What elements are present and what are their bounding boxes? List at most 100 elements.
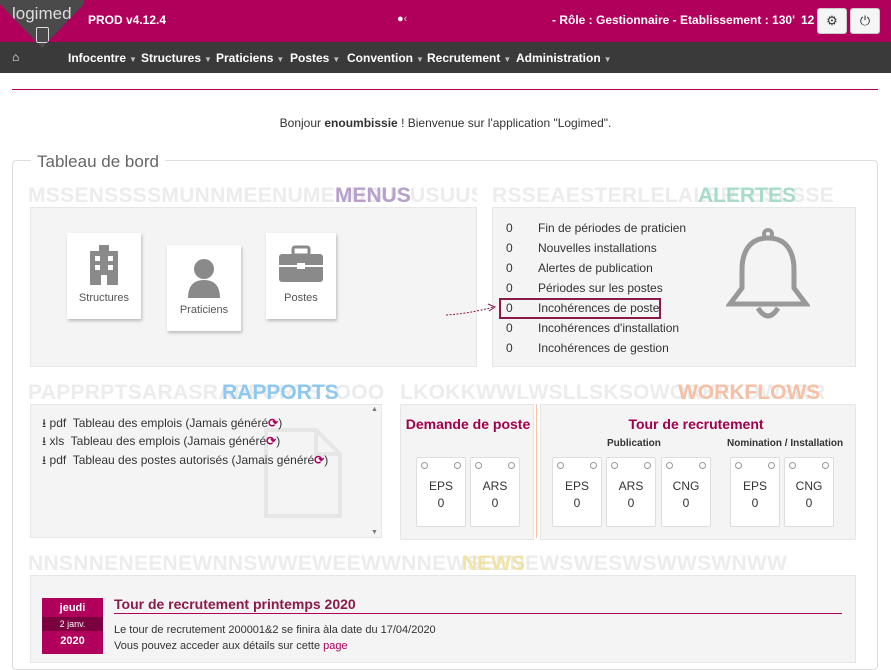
welcome-message: Bonjour enoumbissie ! Bienvenue sur l'ap… [0, 116, 891, 130]
tile-label: Structures [78, 292, 130, 304]
report-row[interactable]: ⭳ pdf Tableau des postes autorisés (Jama… [42, 451, 328, 472]
scroll-up-icon[interactable]: ▲ [369, 406, 380, 413]
workflow-card[interactable]: EPS 0 [552, 457, 602, 527]
report-format: xls [49, 434, 65, 448]
alerts-title: ALERTES [698, 184, 797, 207]
card-value: 0 [627, 496, 635, 510]
nav-postes[interactable]: Postes ▼ [290, 51, 340, 65]
nav-label: Structures [141, 51, 202, 65]
refresh-icon[interactable]: ⟳ [266, 434, 276, 448]
alert-count: 0 [506, 241, 513, 255]
nav-structures[interactable]: Structures ▼ [141, 51, 212, 65]
caret-down-icon: ▼ [129, 55, 137, 64]
scroll-down-icon[interactable]: ▼ [369, 529, 380, 536]
alert-row[interactable]: 0 Fin de périodes de praticien [506, 221, 686, 235]
status-dots [557, 462, 597, 470]
alert-label: Alertes de publication [538, 261, 653, 275]
status-dot-icon [421, 462, 428, 469]
demande-title: Demande de poste [405, 416, 531, 432]
role-info: - Rôle : Gestionnaire - Etablissement : … [552, 13, 795, 27]
workflows-separator [536, 404, 537, 538]
card-label: ARS [618, 479, 644, 493]
status-dot-icon [508, 462, 515, 469]
card-label: EPS [428, 479, 453, 493]
workflow-card[interactable]: CNG 0 [661, 457, 711, 527]
nomination-label: Nomination / Installation [727, 438, 844, 449]
download-icon: ⭳ [42, 453, 47, 467]
settings-button[interactable]: ⚙ [817, 8, 847, 34]
download-icon: ⭳ [42, 434, 47, 448]
arrow-annotation [445, 303, 497, 316]
card-value: 0 [682, 496, 690, 510]
report-row[interactable]: ⭳ xls Tableau des emplois (Jamais généré… [42, 432, 280, 453]
nav-label: Recrutement [427, 51, 501, 65]
report-label: Tableau des emplois (Jamais généré [72, 416, 269, 430]
building-icon [87, 243, 121, 290]
status-dot-icon [611, 462, 618, 469]
alert-count: 0 [506, 261, 513, 275]
status-dot-icon [768, 462, 775, 469]
tile-structures[interactable]: Structures [67, 233, 141, 319]
news-page-link[interactable]: page [323, 640, 347, 652]
tile-praticiens[interactable]: Praticiens [167, 245, 241, 331]
alert-row[interactable]: 0 Nouvelles installations [506, 241, 657, 255]
nav-label: Infocentre [68, 51, 127, 65]
bell-icon [725, 228, 811, 327]
news-divider [114, 613, 842, 614]
status-dots [611, 462, 651, 470]
status-dot-icon [590, 462, 597, 469]
alert-count: 0 [506, 341, 513, 355]
tour-title: Tour de recrutement [628, 416, 764, 432]
refresh-icon[interactable]: ⟳ [268, 416, 278, 430]
power-icon: ⏻ [859, 13, 871, 28]
status-dots [475, 462, 515, 470]
alert-label: Incohérences d'installation [538, 321, 680, 335]
download-icon: ⭳ [42, 416, 47, 430]
alert-count: 0 [506, 281, 513, 295]
scrollbar[interactable]: ▲ ▼ [369, 406, 380, 536]
alert-row[interactable]: 0 Incohérences d'installation [506, 321, 679, 335]
gear-icon: ⚙ [826, 13, 838, 28]
workflow-card[interactable]: ARS 0 [606, 457, 656, 527]
tile-label: Postes [284, 292, 318, 304]
workflow-card[interactable]: EPS 0 [416, 457, 466, 527]
refresh-icon[interactable]: ⟳ [314, 453, 324, 467]
status-dot-icon [557, 462, 564, 469]
card-value: 0 [437, 496, 445, 510]
nav-convention[interactable]: Convention ▼ [347, 51, 424, 65]
notification-count[interactable]: 12 [801, 13, 814, 27]
nav-administration[interactable]: Administration ▼ [516, 51, 612, 65]
welcome-prefix: Bonjour [279, 116, 322, 130]
status-dot-icon [644, 462, 651, 469]
divider [12, 89, 878, 90]
workflow-card[interactable]: ARS 0 [470, 457, 520, 527]
tile-postes[interactable]: Postes [266, 233, 336, 319]
alert-row[interactable]: 0 Incohérences de gestion [506, 341, 669, 355]
report-label: Tableau des postes autorisés (Jamais gén… [72, 453, 315, 467]
news-item-text: Le tour de recrutement 200001&2 se finir… [114, 624, 436, 636]
alert-label: Périodes sur les postes [538, 281, 663, 295]
alert-row[interactable]: 0 Alertes de publication [506, 261, 653, 275]
document-icon [36, 27, 49, 43]
card-value: 0 [805, 496, 813, 510]
alert-label: Fin de périodes de praticien [538, 221, 687, 235]
alert-label: Nouvelles installations [538, 241, 657, 255]
alert-count: 0 [506, 321, 513, 335]
card-value: 0 [751, 496, 759, 510]
nav-praticiens[interactable]: Praticiens ▼ [216, 51, 284, 65]
caret-down-icon: ▼ [204, 55, 212, 64]
logo-text: logimed [12, 4, 72, 23]
nav-recrutement[interactable]: Recrutement ▼ [427, 51, 511, 65]
news-item-title[interactable]: Tour de recrutement printemps 2020 [114, 596, 356, 612]
tile-label: Praticiens [179, 304, 229, 316]
logout-button[interactable]: ⏻ [850, 8, 880, 34]
card-label: EPS [564, 479, 589, 493]
workflow-card[interactable]: EPS 0 [730, 457, 780, 527]
workflow-card[interactable]: CNG 0 [784, 457, 834, 527]
alert-label: Incohérences de gestion [538, 341, 669, 355]
status-dot-icon [454, 462, 461, 469]
alert-row[interactable]: 0 Périodes sur les postes [506, 281, 663, 295]
home-icon[interactable]: ⌂ [12, 50, 19, 64]
nav-infocentre[interactable]: Infocentre ▼ [68, 51, 137, 65]
user-icon[interactable]: ●‹ [397, 13, 407, 25]
